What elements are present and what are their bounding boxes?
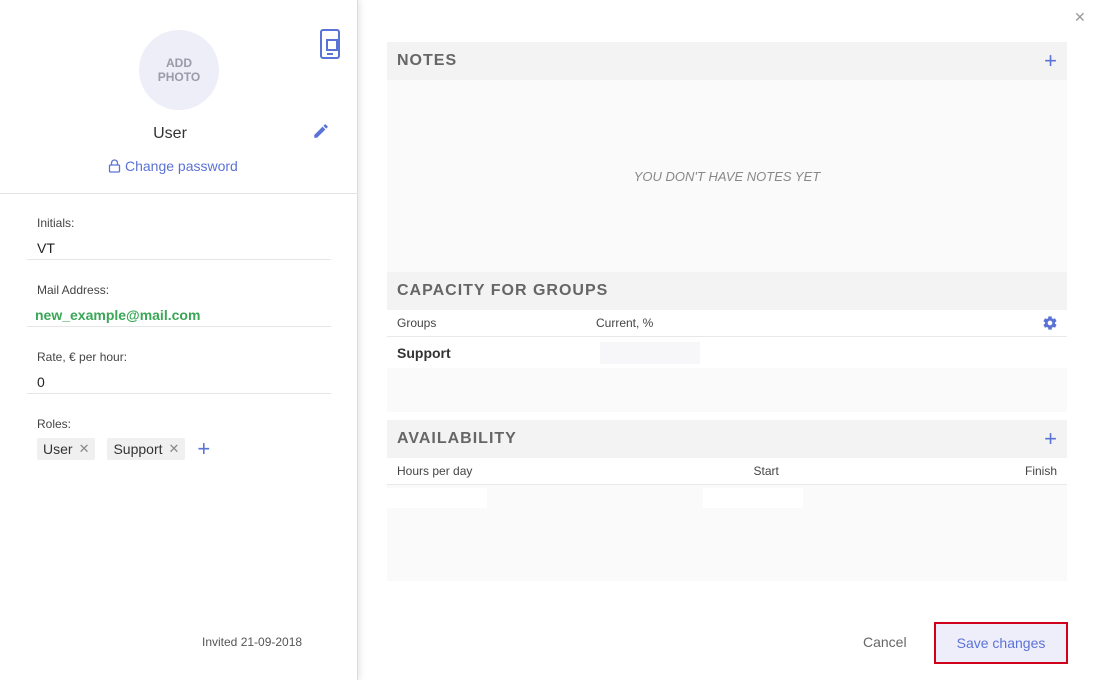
mail-underline [27,326,331,327]
col-current: Current, % [596,316,654,330]
close-icon[interactable]: ✕ [1074,9,1086,26]
add-note-icon[interactable]: + [1044,50,1057,72]
profile-panel: ADD PHOTO User Change password Initials:… [0,0,358,680]
change-password-label: Change password [125,158,238,174]
role-chip-label: Support [113,441,163,457]
initials-field[interactable]: Initials: VT [27,216,331,262]
remove-role-icon[interactable]: ✕ [79,441,90,457]
mail-label: Mail Address: [37,283,110,297]
user-name: User [153,125,187,142]
notes-body: YOU DON'T HAVE NOTES YET [387,80,1067,272]
lock-icon [108,159,121,173]
notes-header: NOTES + [387,42,1067,80]
add-role-icon[interactable]: + [197,438,210,460]
mail-field[interactable]: Mail Address: new_example@mail.com [27,283,331,329]
notes-section: NOTES + YOU DON'T HAVE NOTES YET [387,42,1067,272]
availability-body [387,485,1067,581]
add-photo-button[interactable]: ADD PHOTO [139,30,219,110]
capacity-columns: Groups Current, % [387,310,1067,337]
capacity-body [387,368,1067,412]
roles-label: Roles: [37,417,72,431]
invited-date: Invited 21-09-2018 [202,635,303,649]
notes-empty-message: YOU DON'T HAVE NOTES YET [633,168,821,184]
add-photo-label: ADD PHOTO [157,56,201,84]
initials-label: Initials: [37,216,75,230]
edit-pencil-icon[interactable] [312,122,330,140]
role-chip-label: User [43,441,73,457]
cancel-button[interactable]: Cancel [863,634,907,650]
col-start: Start [753,464,779,478]
save-changes-button[interactable]: Save changes [934,622,1068,664]
col-hours: Hours per day [397,464,473,478]
initials-underline [27,259,331,260]
remove-role-icon[interactable]: ✕ [169,441,180,457]
capacity-header: CAPACITY FOR GROUPS [387,272,1067,310]
notes-title: NOTES [397,52,458,69]
profile-divider [0,193,358,194]
availability-section: AVAILABILITY + Hours per day Start Finis… [387,420,1067,581]
roles-list: User ✕ Support ✕ + [37,438,210,460]
col-finish: Finish [1024,464,1057,478]
availability-columns: Hours per day Start Finish [387,458,1067,485]
capacity-section: CAPACITY FOR GROUPS Groups Current, % Su… [387,272,1067,412]
capacity-group-name: Support [397,344,451,361]
save-changes-label: Save changes [956,635,1046,651]
availability-header: AVAILABILITY + [387,420,1067,458]
hours-input[interactable] [387,488,487,508]
add-availability-icon[interactable]: + [1044,428,1057,450]
rate-label: Rate, € per hour: [37,350,128,364]
start-input[interactable] [703,488,803,508]
availability-title: AVAILABILITY [397,430,517,447]
change-password-link[interactable]: Change password [108,158,238,174]
capacity-row: Support [387,337,1067,368]
role-chip-user[interactable]: User ✕ [37,438,96,460]
rate-underline [27,393,331,394]
capacity-current-input[interactable] [600,342,700,364]
mobile-qr-icon[interactable] [320,29,340,59]
roles-field: Roles: [37,417,331,431]
col-groups: Groups [397,316,437,330]
role-chip-support[interactable]: Support ✕ [107,438,186,460]
capacity-title: CAPACITY FOR GROUPS [397,282,609,299]
rate-field[interactable]: Rate, € per hour: 0 [27,350,331,396]
gear-icon[interactable] [1042,315,1058,331]
